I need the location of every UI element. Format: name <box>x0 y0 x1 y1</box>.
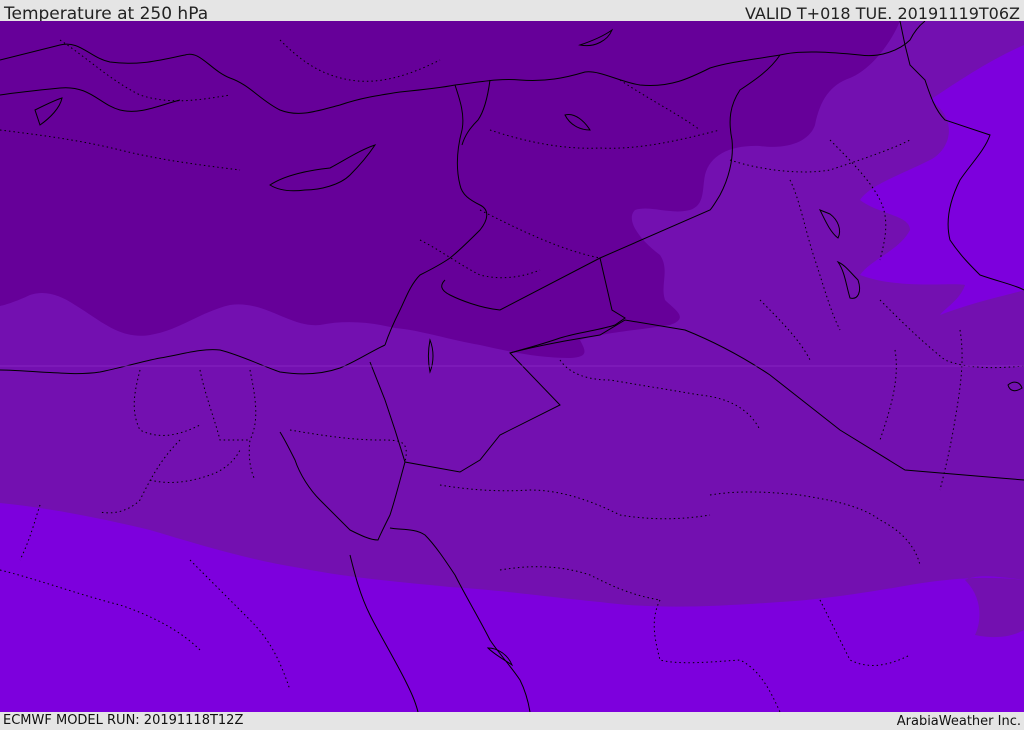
map-svg <box>0 21 1024 712</box>
header-bar: Temperature at 250 hPa VALID T+018 TUE. … <box>0 0 1024 24</box>
model-run-label: ECMWF MODEL RUN: 20191118T12Z <box>3 713 244 728</box>
credit-label: ArabiaWeather Inc. <box>896 714 1021 729</box>
temperature-map[interactable] <box>0 21 1024 712</box>
footer-bar: ECMWF MODEL RUN: 20191118T12Z ArabiaWeat… <box>0 712 1024 729</box>
